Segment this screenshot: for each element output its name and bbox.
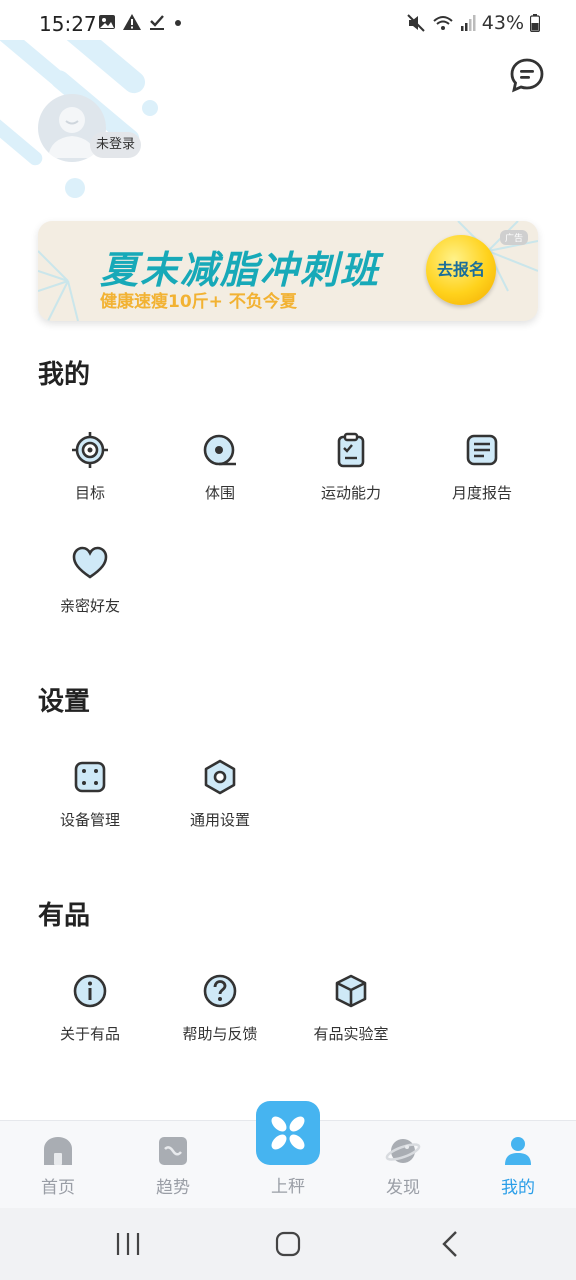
menu-item-goal[interactable]: 目标 bbox=[30, 432, 150, 522]
section-title-youpin: 有品 bbox=[38, 901, 91, 931]
device-icon bbox=[74, 761, 106, 793]
scale-button[interactable] bbox=[256, 1101, 320, 1165]
menu-item-label: 通用设置 bbox=[189, 811, 250, 829]
wifi-icon bbox=[433, 16, 453, 30]
mute-icon bbox=[407, 14, 425, 32]
nav-mine[interactable]: 我的 bbox=[478, 1121, 558, 1209]
menu-item-device-management[interactable]: 设备管理 bbox=[30, 759, 150, 849]
settings-hex-icon bbox=[204, 759, 236, 795]
info-icon bbox=[73, 974, 107, 1008]
status-right: 43% bbox=[406, 12, 540, 34]
menu-item-general-settings[interactable]: 通用设置 bbox=[160, 759, 280, 849]
menu-item-label: 设备管理 bbox=[59, 811, 120, 829]
target-icon bbox=[72, 432, 108, 468]
menu-item-label: 运动能力 bbox=[320, 484, 381, 502]
menu-item-label: 目标 bbox=[74, 484, 105, 502]
banner-title: 夏末减脂冲刺班 bbox=[100, 248, 381, 292]
report-icon bbox=[466, 434, 498, 466]
nav-home[interactable]: 首页 bbox=[18, 1121, 98, 1209]
home-button-icon[interactable] bbox=[268, 1228, 308, 1260]
home-icon bbox=[44, 1137, 72, 1165]
menu-item-label: 关于有品 bbox=[59, 1025, 120, 1043]
menu-item-label: 帮助与反馈 bbox=[182, 1025, 258, 1043]
person-icon bbox=[505, 1137, 531, 1165]
section-title-settings: 设置 bbox=[38, 687, 91, 717]
login-status-badge[interactable]: 未登录 bbox=[90, 132, 142, 158]
trend-icon bbox=[159, 1137, 187, 1165]
nav-trend[interactable]: 趋势 bbox=[133, 1121, 213, 1209]
menu-item-monthly-report[interactable]: 月度报告 bbox=[422, 432, 542, 522]
nav-label: 我的 bbox=[501, 1178, 535, 1198]
menu-item-label: 月度报告 bbox=[451, 484, 512, 502]
message-icon[interactable] bbox=[508, 56, 546, 94]
menu-item-label: 体围 bbox=[204, 484, 235, 502]
promo-banner[interactable]: 夏末减脂冲刺班 健康速瘦10斤+ 不负今夏 去报名 广告 bbox=[38, 221, 538, 321]
menu-item-about[interactable]: 关于有品 bbox=[30, 973, 150, 1063]
battery-percent: 43% bbox=[481, 12, 524, 34]
section-title-mine: 我的 bbox=[38, 360, 91, 390]
menu-item-fitness[interactable]: 运动能力 bbox=[291, 432, 411, 522]
nav-label: 首页 bbox=[41, 1178, 75, 1198]
clipboard-check-icon bbox=[337, 432, 365, 468]
menu-item-label: 有品实验室 bbox=[313, 1025, 389, 1043]
signup-button[interactable]: 去报名 bbox=[426, 235, 496, 305]
nav-label: 趋势 bbox=[156, 1178, 190, 1198]
notification-icons bbox=[98, 13, 184, 31]
menu-item-help-feedback[interactable]: 帮助与反馈 bbox=[160, 973, 280, 1063]
menu-item-body-measure[interactable]: 体围 bbox=[160, 432, 280, 522]
heart-icon bbox=[72, 546, 108, 579]
banner-subtitle: 健康速瘦10斤+ 不负今夏 bbox=[100, 292, 297, 312]
signal-icon bbox=[460, 15, 476, 31]
ad-tag: 广告 bbox=[500, 230, 529, 245]
nav-discover[interactable]: 发现 bbox=[363, 1121, 443, 1209]
system-nav-bar bbox=[0, 1208, 576, 1280]
back-icon[interactable] bbox=[430, 1228, 470, 1260]
dot-icon bbox=[175, 20, 181, 26]
menu-item-label: 亲密好友 bbox=[59, 597, 120, 615]
help-icon bbox=[203, 974, 237, 1008]
nav-label: 发现 bbox=[386, 1178, 420, 1198]
warning-icon bbox=[123, 14, 141, 30]
planet-icon bbox=[385, 1139, 421, 1163]
status-time: 15:27 bbox=[39, 12, 97, 36]
menu-item-close-friends[interactable]: 亲密好友 bbox=[30, 545, 150, 635]
scale-icon bbox=[271, 1116, 305, 1150]
recent-apps-icon[interactable] bbox=[108, 1228, 148, 1260]
nav-label-scale: 上秤 bbox=[271, 1177, 305, 1197]
gallery-notification-icon bbox=[99, 15, 115, 29]
menu-item-lab[interactable]: 有品实验室 bbox=[291, 973, 411, 1063]
cube-icon bbox=[335, 974, 367, 1008]
battery-icon bbox=[530, 14, 540, 32]
tape-measure-icon bbox=[203, 434, 236, 466]
task-done-icon bbox=[150, 15, 164, 30]
